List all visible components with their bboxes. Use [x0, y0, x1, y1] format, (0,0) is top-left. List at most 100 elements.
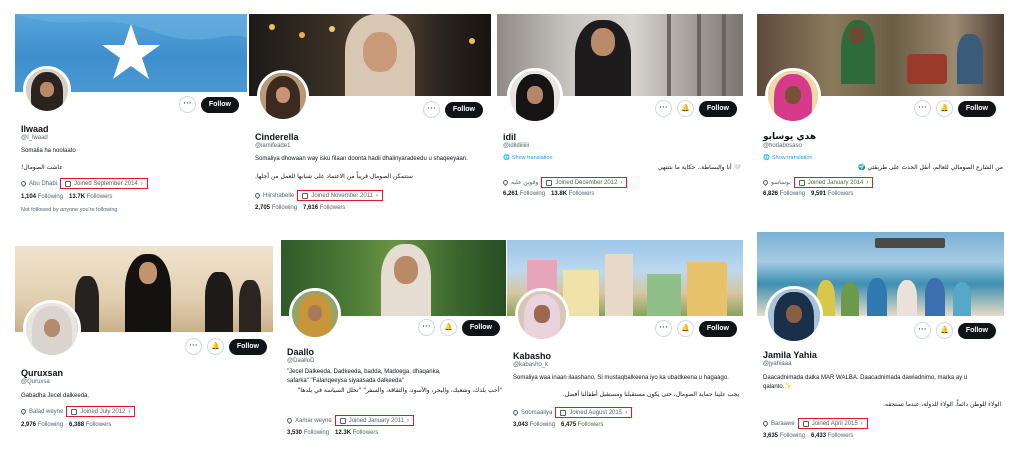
profile-actions: ··· 🔔 Follow — [184, 338, 267, 355]
follow-button[interactable]: Follow — [444, 101, 483, 118]
followers-count[interactable]: 12.3K Followers — [335, 430, 378, 436]
more-options-icon[interactable]: ··· — [913, 100, 931, 117]
profile-actions: ··· 🔔 Follow — [913, 100, 996, 117]
show-translation-link[interactable]: 🌐 Show translation — [503, 155, 553, 161]
show-translation-link[interactable]: 🌐 Show translation — [763, 155, 813, 161]
followers-count[interactable]: 9,591 Followers — [811, 191, 853, 197]
more-options-icon[interactable]: ··· — [654, 100, 672, 117]
avatar[interactable] — [23, 300, 81, 358]
following-count[interactable]: 2,705 Following — [255, 205, 297, 211]
follow-button[interactable]: Follow — [698, 320, 737, 337]
profile-card-cinderella: ··· Follow Cinderella @iamifeade1 Somali… — [249, 14, 491, 224]
display-name: idil — [503, 132, 516, 142]
location-icon — [19, 179, 28, 188]
following-count[interactable]: 6,261 Following — [503, 191, 545, 197]
profile-actions: ··· Follow — [422, 101, 483, 118]
joined-date-highlight: Joined July 2012 › — [66, 406, 136, 417]
following-count[interactable]: 3,043 Following — [513, 422, 555, 428]
follow-button[interactable]: Follow — [957, 322, 996, 339]
chevron-right-icon: › — [625, 409, 628, 416]
chevron-right-icon: › — [128, 408, 131, 415]
bio-text: Gabadha Jecel dalkeeda. — [21, 393, 90, 399]
more-options-icon[interactable]: ··· — [178, 96, 196, 113]
more-options-icon[interactable]: ··· — [422, 101, 440, 118]
more-options-icon[interactable]: ··· — [654, 320, 672, 337]
avatar[interactable] — [765, 286, 823, 344]
notification-bell-icon[interactable]: 🔔 — [206, 338, 224, 355]
translate-icon: 🌐 — [763, 155, 770, 161]
followers-count[interactable]: 13.7K Followers — [69, 194, 112, 200]
followers-count[interactable]: 6,475 Followers — [561, 422, 603, 428]
calendar-icon — [339, 417, 346, 424]
avatar[interactable] — [257, 70, 309, 122]
more-options-icon[interactable]: ··· — [913, 322, 931, 339]
profile-actions: ··· 🔔 Follow — [654, 100, 737, 117]
profile-card-quruxsan: ··· 🔔 Follow Quruxsan @Quruxsa Gabadha J… — [15, 246, 273, 446]
location-text: Baraawe — [771, 420, 795, 427]
notification-bell-icon[interactable]: 🔔 — [439, 319, 457, 336]
more-options-icon[interactable]: ··· — [184, 338, 202, 355]
username: @kabasho_k — [513, 362, 549, 368]
joined-date-highlight: Joined April 2015 › — [797, 418, 868, 429]
avatar[interactable] — [23, 66, 71, 114]
location-text: Abu Dhabi — [29, 180, 58, 187]
bio-text-arabic: ستتمكن الصومال قريباً من الاعتماد على شب… — [255, 173, 413, 180]
calendar-icon — [802, 420, 809, 427]
display-name: Ilwaad — [21, 124, 49, 134]
joined-date-highlight: Joined August 2015 › — [555, 407, 633, 418]
followers-count[interactable]: 6,388 Followers — [69, 422, 111, 428]
joined-date-highlight: Joined November 2011 › — [297, 190, 383, 201]
bio-text: Daacadnimada dalka MAR WALBA. Daacadnima… — [763, 375, 968, 390]
following-count[interactable]: 3,530 Following — [287, 430, 329, 436]
avatar[interactable] — [765, 68, 821, 124]
following-count[interactable]: 3,635 Following — [763, 433, 805, 439]
followers-count[interactable]: 6,433 Followers — [811, 433, 853, 439]
joined-date: Joined April 2015 — [811, 420, 858, 427]
bio-text-arabic: عاشت الصومال! — [21, 164, 63, 171]
notification-bell-icon[interactable]: 🔔 — [935, 322, 953, 339]
location-text: Xamar weyne — [295, 417, 332, 424]
display-name: Cinderella — [255, 132, 299, 142]
location-text: وقوين عليه — [511, 180, 539, 186]
calendar-icon — [560, 409, 567, 416]
notification-bell-icon[interactable]: 🔔 — [935, 100, 953, 117]
profile-meta: بوساسو Joined January 2014 › — [761, 177, 874, 188]
calendar-icon — [546, 179, 553, 186]
bio-text: "Jecel Dalkeeda, Dadkeeda, badda, Madoeg… — [287, 369, 441, 384]
following-count[interactable]: 1,104 Following — [21, 194, 63, 200]
followers-count[interactable]: 7,616 Followers — [303, 205, 345, 211]
chevron-right-icon: › — [866, 179, 869, 186]
avatar[interactable] — [289, 288, 341, 340]
follow-counts: 3,043 Following 6,475 Followers — [513, 422, 603, 428]
bio-text-arabic: يجب علينا حماية الصومال، حتى يكون مستقبل… — [562, 391, 739, 398]
follow-button[interactable]: Follow — [461, 319, 500, 336]
profile-meta: Baraawe Joined April 2015 › — [761, 418, 868, 429]
more-options-icon[interactable]: ··· — [417, 319, 435, 336]
location-text: بوساسو — [771, 180, 791, 186]
follow-button[interactable]: Follow — [228, 338, 267, 355]
follow-button[interactable]: Follow — [200, 96, 239, 113]
profile-meta: Abu Dhabi Joined September 2014 › — [19, 178, 148, 189]
followers-count[interactable]: 13.8K Followers — [551, 191, 594, 197]
username: @idildiiiiiii — [503, 143, 530, 149]
joined-date-highlight: Joined January 2011 › — [334, 415, 414, 426]
follow-button[interactable]: Follow — [957, 100, 996, 117]
profile-meta: Balad weyne Joined July 2012 › — [19, 406, 136, 417]
calendar-icon — [65, 180, 72, 187]
following-count[interactable]: 2,976 Following — [21, 422, 63, 428]
display-name: هدي يوسابو — [763, 132, 817, 142]
notification-bell-icon[interactable]: 🔔 — [676, 100, 694, 117]
profile-actions: ··· 🔔 Follow — [417, 319, 500, 336]
avatar[interactable] — [507, 68, 563, 124]
avatar[interactable] — [515, 288, 569, 342]
calendar-icon — [71, 408, 78, 415]
following-count[interactable]: 6,826 Following — [763, 191, 805, 197]
follow-counts: 6,826 Following 9,591 Followers — [763, 191, 853, 197]
location-icon — [19, 407, 28, 416]
username: @hodabosaso — [763, 143, 802, 149]
notification-bell-icon[interactable]: 🔔 — [676, 320, 694, 337]
follow-button[interactable]: Follow — [698, 100, 737, 117]
follow-counts: 3,635 Following 6,433 Followers — [763, 433, 853, 439]
bio-text-arabic: من الشارع الصومالي للعالم، أنقل الحدث عل… — [858, 164, 1003, 171]
chevron-right-icon: › — [406, 417, 409, 424]
